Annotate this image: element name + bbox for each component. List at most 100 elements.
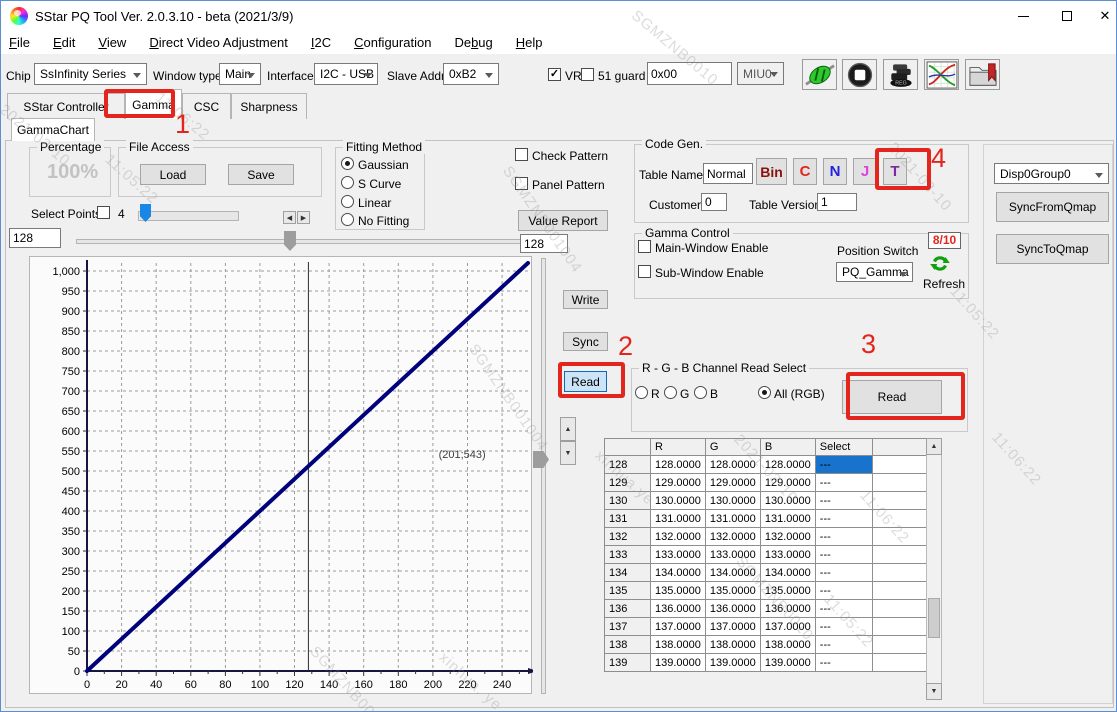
cell-extra[interactable] [872,564,931,582]
row-header[interactable]: 136 [605,600,651,618]
miu-dropdown[interactable]: MIU0 [737,62,784,85]
bin-button[interactable]: Bin [756,158,787,185]
chip-dropdown[interactable]: SsInfinity Series [34,63,147,85]
table-scrollbar[interactable] [926,438,942,700]
sync-button[interactable]: Sync [563,332,608,351]
gamma-chart[interactable]: 0501001502002503003504004505005506006507… [29,256,532,694]
sync-to-qmap-button[interactable]: SyncToQmap [996,234,1109,264]
window-type-dropdown[interactable]: Main [219,63,261,85]
index-slider-track[interactable] [76,239,532,244]
cell-b[interactable]: 139.0000 [760,654,815,672]
save-button[interactable]: Save [228,164,294,185]
cell-r[interactable]: 129.0000 [651,474,706,492]
guard51-checkbox[interactable] [581,68,594,81]
cell-select[interactable]: --- [815,564,872,582]
column-header-b[interactable]: B [760,439,815,456]
cell-extra[interactable] [872,654,931,672]
disp-group-dropdown[interactable]: Disp0Group0 [994,163,1109,184]
index-input[interactable] [9,228,61,248]
cell-r[interactable]: 136.0000 [651,600,706,618]
radio-b[interactable] [694,386,707,399]
radio-gaussian[interactable] [341,157,354,170]
cell-g[interactable]: 135.0000 [705,582,760,600]
refresh-button[interactable] [930,253,950,274]
cell-b[interactable]: 129.0000 [760,474,815,492]
cell-r[interactable]: 137.0000 [651,618,706,636]
cell-r[interactable]: 135.0000 [651,582,706,600]
read-button[interactable]: Read [564,371,607,392]
cell-b[interactable]: 130.0000 [760,492,815,510]
cell-b[interactable]: 136.0000 [760,600,815,618]
table-version-input[interactable] [817,193,857,211]
column-header-select[interactable]: Select [815,439,872,456]
column-header-blank[interactable] [605,439,651,456]
cell-b[interactable]: 133.0000 [760,546,815,564]
cell-select[interactable]: --- [815,492,872,510]
cell-extra[interactable] [872,582,931,600]
value-report-button[interactable]: Value Report [518,210,608,231]
cell-r[interactable]: 128.0000 [651,456,706,474]
cell-g[interactable]: 133.0000 [705,546,760,564]
gamma-table-grid[interactable]: RGBSelect 128128.0000128.0000128.0000---… [604,438,932,672]
spin-left-button[interactable]: ◀ [283,211,296,224]
table-scrollbar-thumb[interactable] [928,598,940,638]
cell-select[interactable]: --- [815,618,872,636]
menu-direct-video-adjustment[interactable]: Direct Video Adjustment [149,35,288,50]
cell-g[interactable]: 131.0000 [705,510,760,528]
row-header[interactable]: 134 [605,564,651,582]
cell-b[interactable]: 138.0000 [760,636,815,654]
cell-select[interactable]: --- [815,600,872,618]
panel-pattern-checkbox[interactable] [515,177,528,190]
sub-window-enable-checkbox[interactable] [638,265,651,278]
cell-g[interactable]: 134.0000 [705,564,760,582]
register-dump-icon-button[interactable]: REG [883,59,918,90]
load-button[interactable]: Load [140,164,206,185]
radio-linear[interactable] [341,195,354,208]
radio-all-rgb[interactable] [758,386,771,399]
customer-id-input[interactable] [701,193,727,211]
cell-extra[interactable] [872,474,931,492]
cell-r[interactable]: 133.0000 [651,546,706,564]
stop-icon-button[interactable] [842,59,877,90]
row-header[interactable]: 135 [605,582,651,600]
menu-configuration[interactable]: Configuration [354,35,431,50]
interface-dropdown[interactable]: I2C - USB [314,63,378,85]
tab-csc[interactable]: CSC [182,93,231,119]
cell-select[interactable]: --- [815,636,872,654]
c-button[interactable]: C [793,158,817,185]
main-window-enable-checkbox[interactable] [638,240,651,253]
menu-edit[interactable]: Edit [53,35,75,50]
spin-up-button[interactable]: ▲ [560,417,576,441]
select-points-checkbox[interactable] [97,206,110,219]
menu-file[interactable]: File [9,35,30,50]
value-report-input[interactable] [520,234,568,253]
write-button[interactable]: Write [563,290,608,309]
cell-b[interactable]: 137.0000 [760,618,815,636]
cell-extra[interactable] [872,492,931,510]
row-header[interactable]: 133 [605,546,651,564]
tab-gamma[interactable]: Gamma [125,89,182,119]
table-name-input[interactable] [703,163,753,184]
sync-from-qmap-button[interactable]: SyncFromQmap [996,192,1109,222]
column-header-r[interactable]: R [651,439,706,456]
menu-help[interactable]: Help [516,35,543,50]
folder-icon-button[interactable] [965,59,1000,90]
radio-s-curve[interactable] [341,176,354,189]
cell-extra[interactable] [872,546,931,564]
check-pattern-checkbox[interactable] [515,148,528,161]
cell-b[interactable]: 134.0000 [760,564,815,582]
cell-g[interactable]: 128.0000 [705,456,760,474]
tab-gammachart[interactable]: GammaChart [11,118,95,141]
close-button[interactable]: ✕ [1089,5,1117,27]
guard-value-input[interactable] [647,62,732,85]
column-header-blank[interactable] [872,439,931,456]
cell-g[interactable]: 132.0000 [705,528,760,546]
table-scroll-up-button[interactable]: ▲ [926,438,942,455]
cell-select[interactable]: --- [815,510,872,528]
cell-b[interactable]: 132.0000 [760,528,815,546]
cell-g[interactable]: 139.0000 [705,654,760,672]
cell-extra[interactable] [872,618,931,636]
cell-select[interactable]: --- [815,654,872,672]
row-header[interactable]: 137 [605,618,651,636]
menu-view[interactable]: View [98,35,126,50]
